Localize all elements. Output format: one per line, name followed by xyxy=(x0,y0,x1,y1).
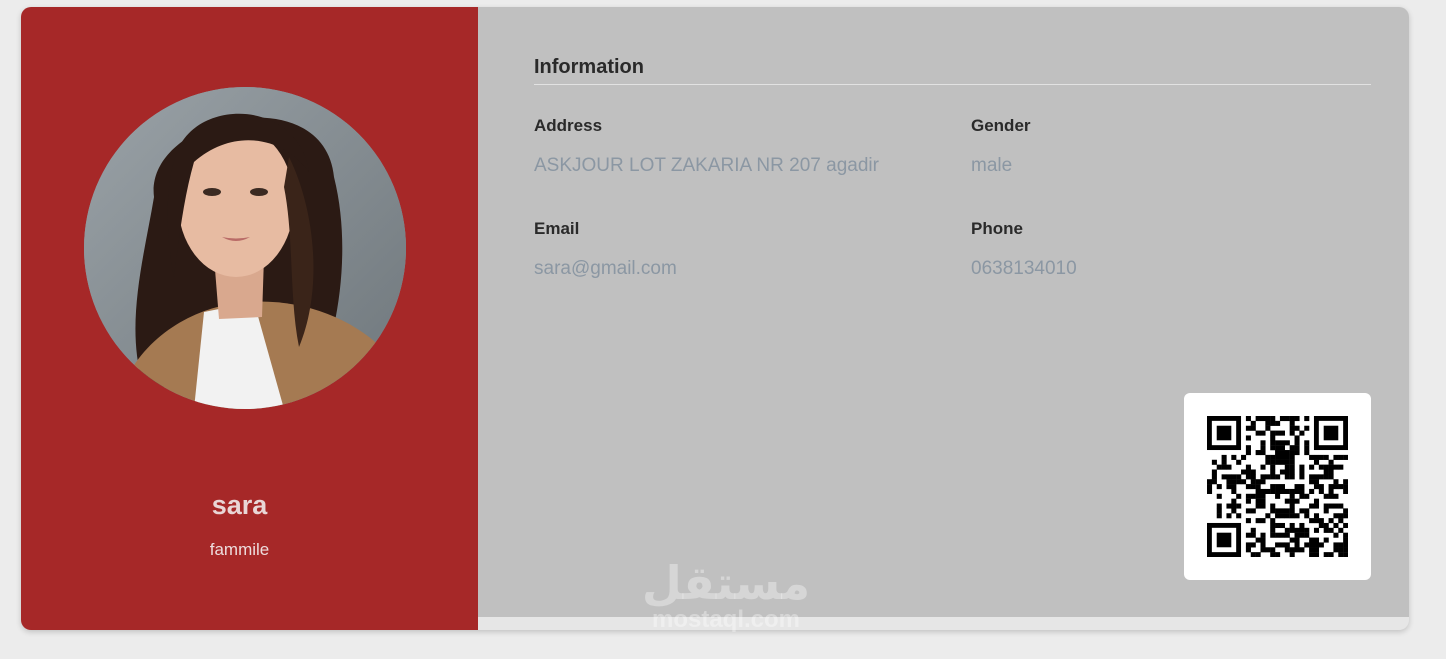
gender-label: Gender xyxy=(971,116,1031,135)
information-panel: Information Address ASKJOUR LOT ZAKARIA … xyxy=(478,7,1409,617)
profile-name: sara xyxy=(211,490,268,520)
address-value: ASKJOUR LOT ZAKARIA NR 207 agadir xyxy=(534,155,879,176)
gender-value: male xyxy=(971,155,1013,176)
email-value: sara@gmail.com xyxy=(534,258,677,279)
watermark-site: mostaql.com xyxy=(651,606,801,633)
phone-label: Phone xyxy=(971,219,1023,238)
information-divider xyxy=(534,84,1371,85)
profile-card: sara fammile Information Address ASKJOUR… xyxy=(21,7,1409,630)
phone-value: 0638134010 xyxy=(971,258,1077,279)
profile-sidebar: sara fammile xyxy=(21,7,478,630)
information-title: Information xyxy=(534,56,644,78)
qr-code xyxy=(1184,393,1371,580)
qr-code-icon xyxy=(1207,416,1348,557)
watermark-logo: مستقل xyxy=(641,557,811,609)
avatar xyxy=(84,87,406,409)
profile-role: fammile xyxy=(209,540,270,559)
watermark: مستقل mostaql.com xyxy=(636,560,816,650)
address-label: Address xyxy=(534,116,603,135)
email-label: Email xyxy=(534,219,580,238)
